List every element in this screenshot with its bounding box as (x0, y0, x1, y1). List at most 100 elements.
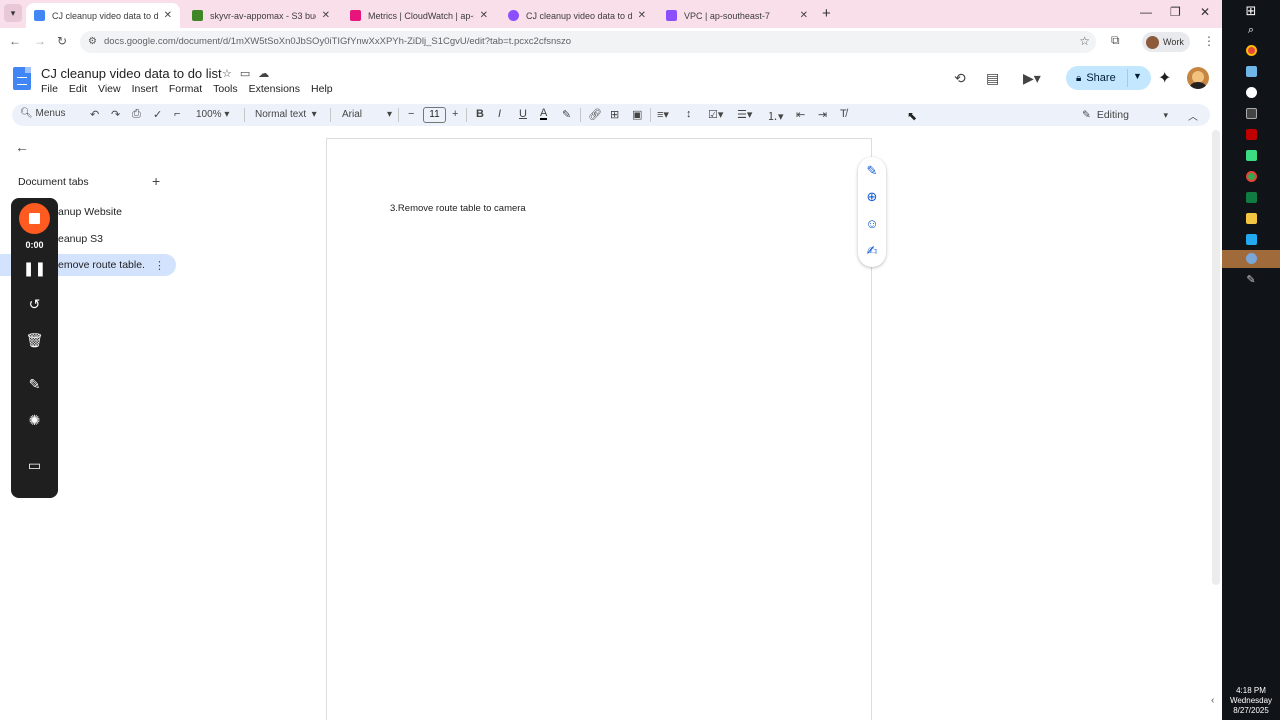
system-clock[interactable]: 4:18 PM Wednesday 8/27/2025 (1222, 686, 1280, 716)
document-page[interactable] (326, 138, 872, 720)
back-icon[interactable]: ← (9, 34, 21, 48)
notepad-icon[interactable] (1222, 66, 1280, 80)
font-size-input[interactable]: 11 (423, 107, 446, 123)
close-tab-icon[interactable]: ✕ (800, 10, 808, 21)
document-title[interactable]: CJ cleanup video data to do list (41, 66, 222, 81)
gemini-sparkle-icon[interactable]: ✦ (1158, 68, 1171, 88)
menu-tools[interactable]: Tools (213, 83, 238, 95)
tab-search-chevron-icon[interactable]: ▾ (4, 4, 22, 22)
chrome-icon[interactable] (1222, 45, 1280, 59)
insert-image-icon[interactable]: ▣ (632, 108, 642, 121)
zoom-select[interactable]: 100% ▾ (196, 109, 229, 120)
restart-icon[interactable]: ↺ (11, 296, 58, 313)
search-icon[interactable]: ⌕ (1222, 24, 1280, 37)
browser-tab-1[interactable]: CJ cleanup video data to do list ✕ (26, 3, 180, 28)
menu-file[interactable]: File (41, 83, 58, 95)
terminal-icon[interactable] (1222, 108, 1280, 122)
star-icon[interactable]: ☆ (222, 67, 232, 80)
effects-icon[interactable]: ✺ (11, 412, 58, 429)
help-me-write-icon[interactable]: ✎ (858, 163, 886, 179)
collapse-toolbar-icon[interactable]: ︿ (1188, 108, 1198, 123)
cloud-saved-icon[interactable]: ☁ (258, 67, 269, 80)
menu-extensions[interactable]: Extensions (249, 83, 300, 95)
decrease-indent-icon[interactable]: ⇤ (796, 108, 805, 121)
emoji-reaction-icon[interactable]: ☺ (858, 216, 886, 231)
menu-help[interactable]: Help (311, 83, 333, 95)
windows-start-icon[interactable]: ⊞ (1222, 3, 1280, 19)
redo-icon[interactable]: ↷ (111, 108, 120, 121)
increase-indent-icon[interactable]: ⇥ (818, 108, 827, 121)
meet-video-icon[interactable]: ▶︎▾ (1023, 70, 1041, 87)
share-button[interactable]: 🔒︎ Share ▼ (1066, 66, 1151, 90)
side-panel-toggle-icon[interactable]: ‹ (1211, 695, 1214, 706)
minimize-icon[interactable]: — (1140, 5, 1152, 19)
document-scrollbar[interactable] (1212, 130, 1220, 585)
omnibox[interactable]: ⚙ docs.google.com/document/d/1mXW5tSoXn0… (80, 31, 1096, 53)
text-color-icon[interactable]: A (540, 108, 548, 120)
url-text[interactable]: docs.google.com/document/d/1mXW5tSoXn0Jb… (104, 36, 571, 47)
close-window-icon[interactable]: ✕ (1200, 5, 1210, 19)
restore-icon[interactable]: ❐ (1170, 5, 1181, 19)
filezilla-icon[interactable] (1222, 129, 1280, 143)
delete-icon[interactable]: 🗑︎ (11, 332, 58, 349)
vscode-icon[interactable] (1222, 234, 1280, 248)
font-select[interactable]: Arial ▾ (342, 109, 392, 120)
browser-tab-3[interactable]: Metrics | CloudWatch | ap-south ✕ (342, 3, 496, 28)
bookmark-star-icon[interactable]: ☆ (1079, 34, 1090, 48)
stop-recording-button[interactable] (19, 203, 50, 234)
paint-format-icon[interactable]: ⌐ (174, 108, 180, 120)
extensions-icon[interactable]: ⧉ (1111, 33, 1120, 48)
menu-format[interactable]: Format (169, 83, 202, 95)
line-spacing-icon[interactable]: ↕ (686, 108, 692, 120)
browser-tab-4[interactable]: CJ cleanup video data to do list ✕ (500, 3, 654, 28)
close-tab-icon[interactable]: ✕ (480, 10, 488, 21)
draw-icon[interactable]: ✎ (11, 376, 58, 393)
share-dropdown-icon[interactable]: ▼ (1133, 71, 1142, 81)
document-body-text[interactable]: 3.Remove route table to camera (390, 203, 526, 214)
active-app-icon[interactable] (1222, 250, 1280, 268)
highlight-color-icon[interactable]: ✎ (562, 108, 571, 121)
insert-link-icon[interactable]: 🔗︎ (588, 108, 602, 121)
excel-icon[interactable] (1222, 192, 1280, 206)
numbered-list-icon[interactable]: ⒈▾ (767, 108, 784, 124)
tab-options-icon[interactable]: ⋮ (154, 259, 165, 272)
browser-tab-5[interactable]: VPC | ap-southeast-7 ✕ (658, 3, 816, 28)
google-docs-logo-icon[interactable] (13, 67, 31, 90)
add-comment-icon[interactable]: ⊞ (610, 108, 619, 121)
clear-formatting-icon[interactable]: T̸ (840, 108, 847, 120)
underline-icon[interactable]: U (519, 108, 527, 120)
new-tab-button[interactable]: + (822, 5, 831, 22)
account-avatar[interactable] (1187, 67, 1209, 89)
checklist-icon[interactable]: ☑▾ (708, 108, 723, 121)
profile-button[interactable]: Work (1142, 32, 1190, 52)
italic-icon[interactable]: I (498, 108, 501, 120)
menu-insert[interactable]: Insert (132, 83, 158, 95)
pause-icon[interactable]: ❚❚ (11, 260, 58, 277)
browser-menu-icon[interactable]: ⋮ (1203, 34, 1215, 48)
increase-font-size-icon[interactable]: + (452, 108, 458, 120)
bulleted-list-icon[interactable]: ☰▾ (737, 108, 752, 121)
style-select[interactable]: Normal text ▾ (255, 109, 317, 120)
chrome-profile-icon[interactable] (1222, 171, 1280, 185)
suggest-edits-icon[interactable]: ✍ (858, 243, 886, 259)
close-tab-icon[interactable]: ✕ (322, 10, 330, 21)
move-folder-icon[interactable]: ▭ (240, 67, 250, 80)
browser-tab-2[interactable]: skyvr-av-appomax - S3 bucket ✕ (184, 3, 338, 28)
bold-icon[interactable]: B (476, 108, 484, 120)
spellcheck-icon[interactable]: ✓ (153, 108, 162, 121)
hide-tabs-back-icon[interactable]: ← (15, 139, 29, 155)
reload-icon[interactable]: ↻ (57, 34, 67, 48)
forward-icon[interactable]: → (34, 34, 46, 48)
menu-view[interactable]: View (98, 83, 121, 95)
comments-icon[interactable]: ▤ (986, 70, 999, 87)
close-tab-icon[interactable]: ✕ (638, 10, 646, 21)
pen-tool-icon[interactable]: ✎ (1222, 273, 1280, 286)
version-history-icon[interactable]: ⟲ (954, 70, 966, 87)
decrease-font-size-icon[interactable]: − (408, 108, 414, 120)
add-tab-button[interactable]: + (152, 173, 160, 189)
align-icon[interactable]: ≡▾ (657, 108, 669, 121)
site-info-icon[interactable]: ⚙ (88, 36, 97, 47)
add-comment-icon[interactable]: ⊕ (858, 189, 886, 205)
app-icon[interactable] (1222, 87, 1280, 101)
undo-icon[interactable]: ↶ (90, 108, 99, 121)
